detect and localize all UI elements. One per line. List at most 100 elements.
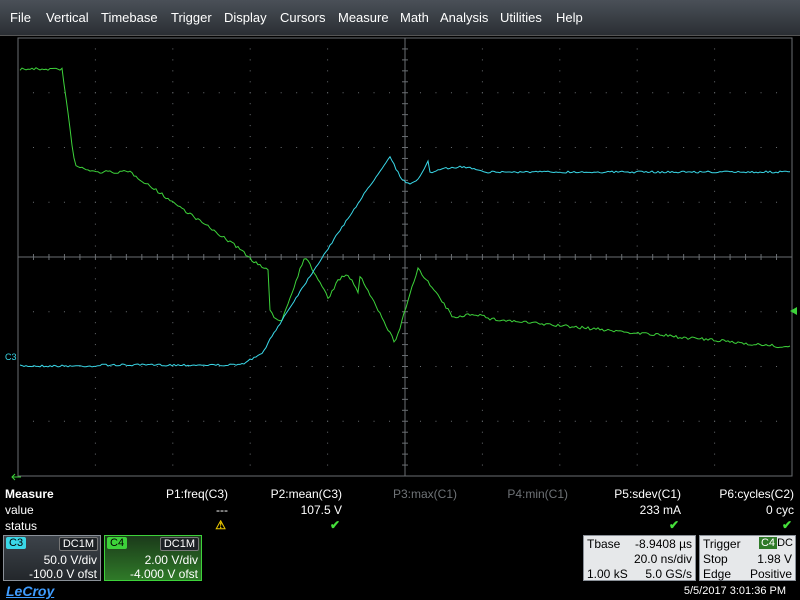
grid-dot (249, 387, 251, 389)
triangle-left-icon[interactable] (789, 306, 799, 316)
grid-dot (590, 147, 592, 148)
grid-dot (683, 420, 685, 422)
menu-analysis[interactable]: Analysis (440, 10, 488, 25)
grid-dot (342, 420, 344, 422)
grid-dot (667, 420, 669, 422)
grid-dot (187, 366, 189, 367)
grid-dot (714, 387, 716, 389)
grid-dot (94, 431, 96, 433)
grid-dot (327, 157, 329, 159)
grid-dot (172, 92, 174, 94)
grid-dot (714, 311, 716, 313)
grid-dot (327, 475, 329, 477)
check-icon: ✔ (329, 518, 340, 532)
grid-dot (590, 420, 592, 422)
grid-dot (636, 398, 638, 400)
grid-dot (358, 420, 360, 422)
menu-utilities[interactable]: Utilities (500, 10, 542, 25)
channel-c4-descriptor[interactable]: C4 DC1M 2.00 V/div -4.000 V ofst (104, 535, 202, 581)
menu-math[interactable]: Math (400, 10, 429, 25)
grid-dot (574, 201, 576, 203)
param-p4-name[interactable]: P4:min(C1) (507, 487, 568, 501)
grid-dot (714, 81, 716, 83)
grid-dot (698, 311, 700, 313)
trigger-descriptor[interactable]: Trigger C4 DC Stop 1.98 V Edge Positive (699, 535, 796, 581)
grid-dot (714, 267, 716, 269)
c3-ground-marker[interactable]: C3 (5, 352, 17, 362)
grid-dot (327, 81, 329, 83)
grid-dot (187, 92, 189, 94)
grid-dot (203, 311, 205, 313)
grid-dot (481, 376, 483, 378)
grid-dot (419, 366, 421, 367)
grid-dot (389, 201, 391, 203)
menu-timebase[interactable]: Timebase (101, 10, 158, 25)
grid-dot (141, 311, 143, 313)
param-p3-name[interactable]: P3:max(C1) (393, 487, 457, 501)
grid-dot (714, 366, 716, 367)
param-p1-name[interactable]: P1:freq(C3) (166, 487, 228, 501)
grid-dot (17, 311, 19, 313)
grid-dot (745, 201, 747, 203)
grid-dot (559, 300, 561, 302)
grid-dot (636, 355, 638, 357)
grid-dot (389, 311, 391, 313)
grid-dot (714, 322, 716, 324)
grid-dot (172, 245, 174, 247)
grid-dot (559, 475, 561, 477)
grid-dot (249, 366, 251, 367)
c3-coupling: DC1M (58, 537, 98, 551)
grid-dot (63, 147, 65, 148)
grid-dot (172, 48, 174, 50)
waveform-display[interactable]: C3 (0, 36, 800, 482)
grid-dot (636, 114, 638, 116)
grid-dot (636, 442, 638, 444)
grid-dot (714, 125, 716, 127)
menu-trigger[interactable]: Trigger (171, 10, 212, 25)
param-p5-name[interactable]: P5:sdev(C1) (614, 487, 681, 501)
menu-cursors[interactable]: Cursors (280, 10, 326, 25)
menu-display[interactable]: Display (224, 10, 267, 25)
grid-dot (280, 366, 282, 367)
grid-dot (481, 366, 483, 367)
grid-dot (729, 311, 731, 313)
grid-dot (249, 322, 251, 324)
grid-dot (528, 92, 530, 94)
timebase-descriptor[interactable]: Tbase -8.9408 µs 20.0 ns/div 1.00 kS 5.0… (583, 535, 696, 581)
grid-dot (481, 333, 483, 335)
grid-dot (342, 92, 344, 94)
grid-dot (714, 136, 716, 138)
grid-dot (172, 59, 174, 61)
grid-dot (559, 333, 561, 335)
grid-dot (574, 147, 576, 148)
param-p2-name[interactable]: P2:mean(C3) (271, 487, 342, 501)
grid-dot (621, 92, 623, 94)
param-p6-name[interactable]: P6:cycles(C2) (719, 487, 794, 501)
grid-dot (714, 201, 716, 203)
menu-help[interactable]: Help (556, 10, 583, 25)
grid-dot (559, 190, 561, 192)
grid-dot (698, 147, 700, 148)
grid-dot (94, 376, 96, 378)
grid-dot (714, 442, 716, 444)
grid-dot (280, 147, 282, 148)
grid-dot (249, 179, 251, 181)
grid-dot (481, 212, 483, 214)
grid-dot (280, 311, 282, 313)
grid-dot (481, 59, 483, 61)
grid-dot (249, 81, 251, 83)
grid-dot (172, 442, 174, 444)
menu-file[interactable]: File (10, 10, 31, 25)
grid-dot (172, 366, 174, 367)
grid-dot (714, 464, 716, 466)
grid-dot (652, 420, 654, 422)
menu-measure[interactable]: Measure (338, 10, 389, 25)
grid-dot (125, 311, 127, 313)
grid-dot (636, 431, 638, 433)
grid-dot (327, 420, 329, 422)
grid-dot (605, 201, 607, 203)
grid-dot (249, 223, 251, 225)
grid-dot (218, 147, 220, 148)
channel-c3-descriptor[interactable]: C3 DC1M 50.0 V/div -100.0 V ofst (3, 535, 101, 581)
menu-vertical[interactable]: Vertical (46, 10, 89, 25)
